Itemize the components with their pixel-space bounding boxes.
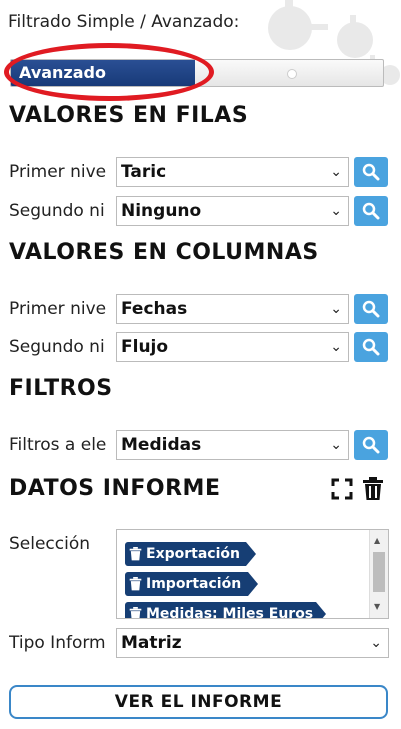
chevron-down-icon: ⌄ (330, 301, 342, 317)
rows-second-level-search-button[interactable] (354, 196, 388, 226)
selection-tag-label: Exportación (146, 546, 240, 562)
report-type-label: Tipo Inform (9, 633, 106, 653)
trash-icon[interactable] (129, 607, 142, 619)
chevron-down-icon: ⌄ (330, 203, 342, 219)
rows-first-level-search-button[interactable] (354, 157, 388, 187)
simple-advanced-toggle[interactable]: Avanzado (10, 59, 384, 87)
trash-icon[interactable] (362, 477, 384, 501)
expand-icon[interactable] (331, 478, 353, 500)
chevron-down-icon: ⌄ (330, 339, 342, 355)
columns-first-level-value: Fechas (121, 299, 188, 319)
rows-first-level-value: Taric (121, 162, 167, 182)
search-icon (362, 338, 380, 356)
columns-first-level-select[interactable]: Fechas ⌄ (116, 294, 349, 324)
toggle-option-advanced[interactable]: Avanzado (11, 60, 195, 86)
scrollbar-thumb[interactable] (373, 552, 385, 592)
chevron-down-icon: ⌄ (330, 437, 342, 453)
report-type-value: Matriz (121, 633, 182, 653)
columns-first-level-search-button[interactable] (354, 294, 388, 324)
filters-section-title: FILTROS (9, 376, 113, 401)
columns-second-level-label: Segundo ni (9, 337, 105, 357)
selection-label: Selección (9, 534, 91, 554)
selection-tag[interactable]: Importación (125, 572, 258, 596)
trash-icon[interactable] (129, 577, 142, 591)
filters-value: Medidas (121, 435, 202, 455)
rows-second-level-select[interactable]: Ninguno ⌄ (116, 196, 349, 226)
rows-section-title: VALORES EN FILAS (9, 103, 249, 128)
selection-tag[interactable]: Exportación (125, 542, 256, 566)
report-type-select[interactable]: Matriz ⌄ (116, 628, 389, 658)
selection-list[interactable]: Exportación Importación Medidas: Miles E… (116, 529, 389, 619)
rows-second-level-label: Segundo ni (9, 201, 105, 221)
filters-label: Filtros a ele (9, 435, 107, 455)
columns-second-level-value: Flujo (121, 337, 169, 357)
mode-label: Filtrado Simple / Avanzado: (8, 12, 240, 32)
view-report-button[interactable]: VER EL INFORME (9, 685, 388, 719)
trash-icon[interactable] (129, 547, 142, 561)
report-section-title: DATOS INFORME (9, 476, 221, 501)
filters-select[interactable]: Medidas ⌄ (116, 430, 349, 460)
columns-second-level-search-button[interactable] (354, 332, 388, 362)
toggle-knob[interactable] (287, 69, 297, 79)
rows-first-level-select[interactable]: Taric ⌄ (116, 157, 349, 187)
selection-tag-label: Importación (146, 576, 242, 592)
selection-tag[interactable]: Medidas: Miles Euros (125, 602, 326, 619)
rows-first-level-label: Primer nive (9, 162, 107, 182)
chevron-down-icon: ⌄ (370, 635, 382, 651)
rows-second-level-value: Ninguno (121, 201, 202, 221)
filters-search-button[interactable] (354, 430, 388, 460)
search-icon (362, 436, 380, 454)
chevron-down-icon: ⌄ (330, 164, 342, 180)
scroll-down-icon[interactable]: ▼ (374, 602, 380, 611)
search-icon (362, 163, 380, 181)
columns-section-title: VALORES EN COLUMNAS (9, 240, 319, 265)
selection-scrollbar[interactable]: ▲ ▼ (369, 530, 388, 618)
search-icon (362, 300, 380, 318)
columns-second-level-select[interactable]: Flujo ⌄ (116, 332, 349, 362)
search-icon (362, 202, 380, 220)
columns-first-level-label: Primer nive (9, 299, 107, 319)
selection-tag-label: Medidas: Miles Euros (146, 606, 314, 619)
scroll-up-icon[interactable]: ▲ (374, 536, 380, 545)
